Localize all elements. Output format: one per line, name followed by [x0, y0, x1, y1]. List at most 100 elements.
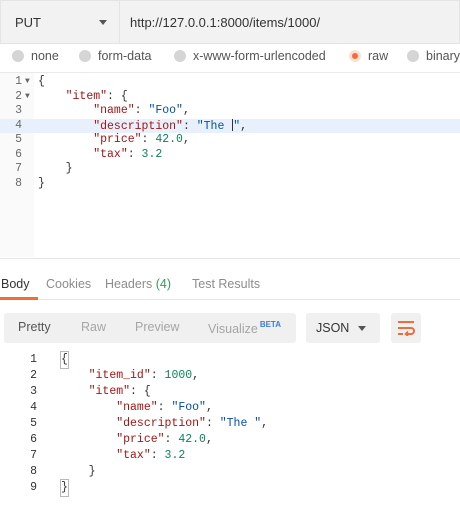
code-text: }	[38, 162, 73, 177]
line-number: 9	[30, 481, 37, 494]
code-text: }	[38, 177, 45, 192]
view-raw-button[interactable]: Raw	[81, 320, 106, 334]
view-visualize-button[interactable]: Visualize BETA	[208, 320, 281, 336]
method-select[interactable]: PUT	[0, 0, 120, 44]
fold-caret-icon[interactable]: ▼	[25, 75, 30, 90]
radio-label: form-data	[98, 49, 152, 63]
json-key: "description"	[93, 119, 183, 133]
tab-cookies[interactable]: Cookies	[46, 277, 91, 291]
json-key: "item"	[65, 89, 108, 103]
code-text: "item_id": 1000,	[88, 369, 200, 382]
json-key: "name"	[93, 104, 135, 117]
json-string: "Foo"	[171, 401, 206, 414]
line-number: 6	[15, 147, 22, 161]
line-number: 6	[30, 433, 37, 446]
view-preview-button[interactable]: Preview	[135, 320, 179, 334]
code-line: 6 "tax": 3.2	[0, 148, 460, 163]
tab-test-results[interactable]: Test Results	[192, 277, 260, 291]
pane-splitter[interactable]	[0, 258, 460, 259]
radio-urlencoded[interactable]: x-www-form-urlencoded	[174, 49, 326, 63]
code-text: "item": {	[38, 90, 128, 105]
json-key: "price"	[93, 133, 142, 146]
response-line: 3 "item": {	[0, 384, 460, 400]
wrap-lines-icon	[398, 321, 415, 336]
code-text: "price": 42.0,	[116, 433, 213, 446]
fold-caret-icon[interactable]: ▼	[25, 90, 30, 105]
request-url-bar: PUT http://127.0.0.1:8000/items/1000/	[0, 0, 460, 44]
response-line: 5 "description": "The ",	[0, 416, 460, 432]
json-number: 3.2	[164, 449, 186, 462]
line-number: 4	[30, 401, 37, 414]
response-body[interactable]: 1 { 2 "item_id": 1000, 3 "item": { 4 "na…	[0, 351, 460, 502]
wrap-lines-button[interactable]	[391, 313, 421, 343]
visualize-label: Visualize	[208, 322, 258, 336]
code-text: "description": "The ",	[116, 417, 269, 430]
line-number: 3	[15, 104, 22, 117]
response-line: 8 }	[0, 464, 460, 480]
code-text: {	[60, 351, 69, 369]
radio-form-data[interactable]: form-data	[79, 49, 152, 63]
code-line: 3 "name": "Foo",	[0, 104, 460, 119]
radio-none[interactable]: none	[12, 49, 59, 63]
brace: {	[60, 351, 69, 369]
format-label: JSON	[316, 321, 350, 335]
code-line: 1 ▼ {	[0, 75, 460, 90]
method-label: PUT	[15, 14, 41, 30]
line-number: 8	[15, 176, 22, 190]
response-line: 1 {	[0, 351, 460, 369]
radio-label: raw	[368, 49, 389, 63]
line-number: 1	[15, 75, 22, 88]
radio-binary[interactable]: binary	[407, 49, 460, 63]
line-number: 1	[30, 353, 37, 366]
beta-badge: BETA	[259, 320, 281, 329]
code-line: 2 ▼ "item": {	[0, 90, 460, 105]
line-number: 5	[15, 133, 22, 146]
brace: }	[38, 176, 45, 190]
line-number: 2	[15, 89, 22, 103]
response-tabs: Body Cookies Headers (4) Test Results	[0, 270, 460, 300]
tab-headers[interactable]: Headers (4)	[105, 277, 171, 291]
chevron-down-icon	[99, 20, 107, 25]
response-line: 7 "tax": 3.2	[0, 448, 460, 464]
code-text: }	[61, 464, 96, 480]
url-input[interactable]: http://127.0.0.1:8000/items/1000/	[120, 0, 460, 44]
code-text: "price": 42.0,	[93, 133, 190, 146]
body-type-radios: none form-data x-www-form-urlencoded raw…	[0, 46, 460, 68]
json-key: "name"	[116, 401, 158, 414]
json-number: 1000	[164, 369, 193, 382]
json-key: "description"	[116, 417, 206, 430]
code-line: 5 "price": 42.0,	[0, 133, 460, 148]
json-key: "item_id"	[88, 369, 151, 382]
code-line: 7 }	[0, 162, 460, 177]
brace: {	[38, 75, 45, 88]
json-string: "The "	[219, 417, 262, 430]
radio-circle-icon	[79, 50, 91, 62]
radio-raw[interactable]: raw	[349, 49, 388, 63]
brace: }	[88, 465, 96, 478]
json-key: "tax"	[116, 449, 151, 462]
format-select[interactable]: JSON	[306, 313, 380, 343]
json-key: "tax"	[93, 147, 128, 161]
tab-body[interactable]: Body	[1, 277, 30, 291]
brace: }	[65, 162, 73, 175]
brace: }	[60, 479, 69, 497]
view-pretty-button[interactable]: Pretty	[18, 320, 51, 334]
radio-label: binary	[426, 49, 460, 63]
json-number: 42.0	[178, 433, 206, 446]
request-body-editor[interactable]: 1 ▼ { 2 ▼ "item": { 3 "name": "Foo", 4 "…	[0, 72, 460, 257]
json-string: "Foo"	[148, 104, 183, 117]
radio-label: x-www-form-urlencoded	[193, 49, 326, 63]
code-line: 8 }	[0, 177, 460, 192]
active-tab-indicator	[0, 297, 38, 300]
headers-count-badge: (4)	[155, 277, 172, 291]
code-text: "name": "Foo",	[93, 104, 190, 117]
code-text: "tax": 3.2	[93, 147, 163, 161]
code-text: }	[60, 479, 69, 497]
line-number: 2	[30, 369, 37, 382]
line-number: 7	[30, 449, 37, 462]
json-key: "price"	[116, 433, 165, 446]
json-number: 3.2	[141, 147, 163, 161]
line-number: 3	[30, 385, 37, 398]
view-mode-group: Pretty Raw Preview Visualize BETA	[4, 313, 296, 343]
line-number: 4	[15, 118, 22, 132]
